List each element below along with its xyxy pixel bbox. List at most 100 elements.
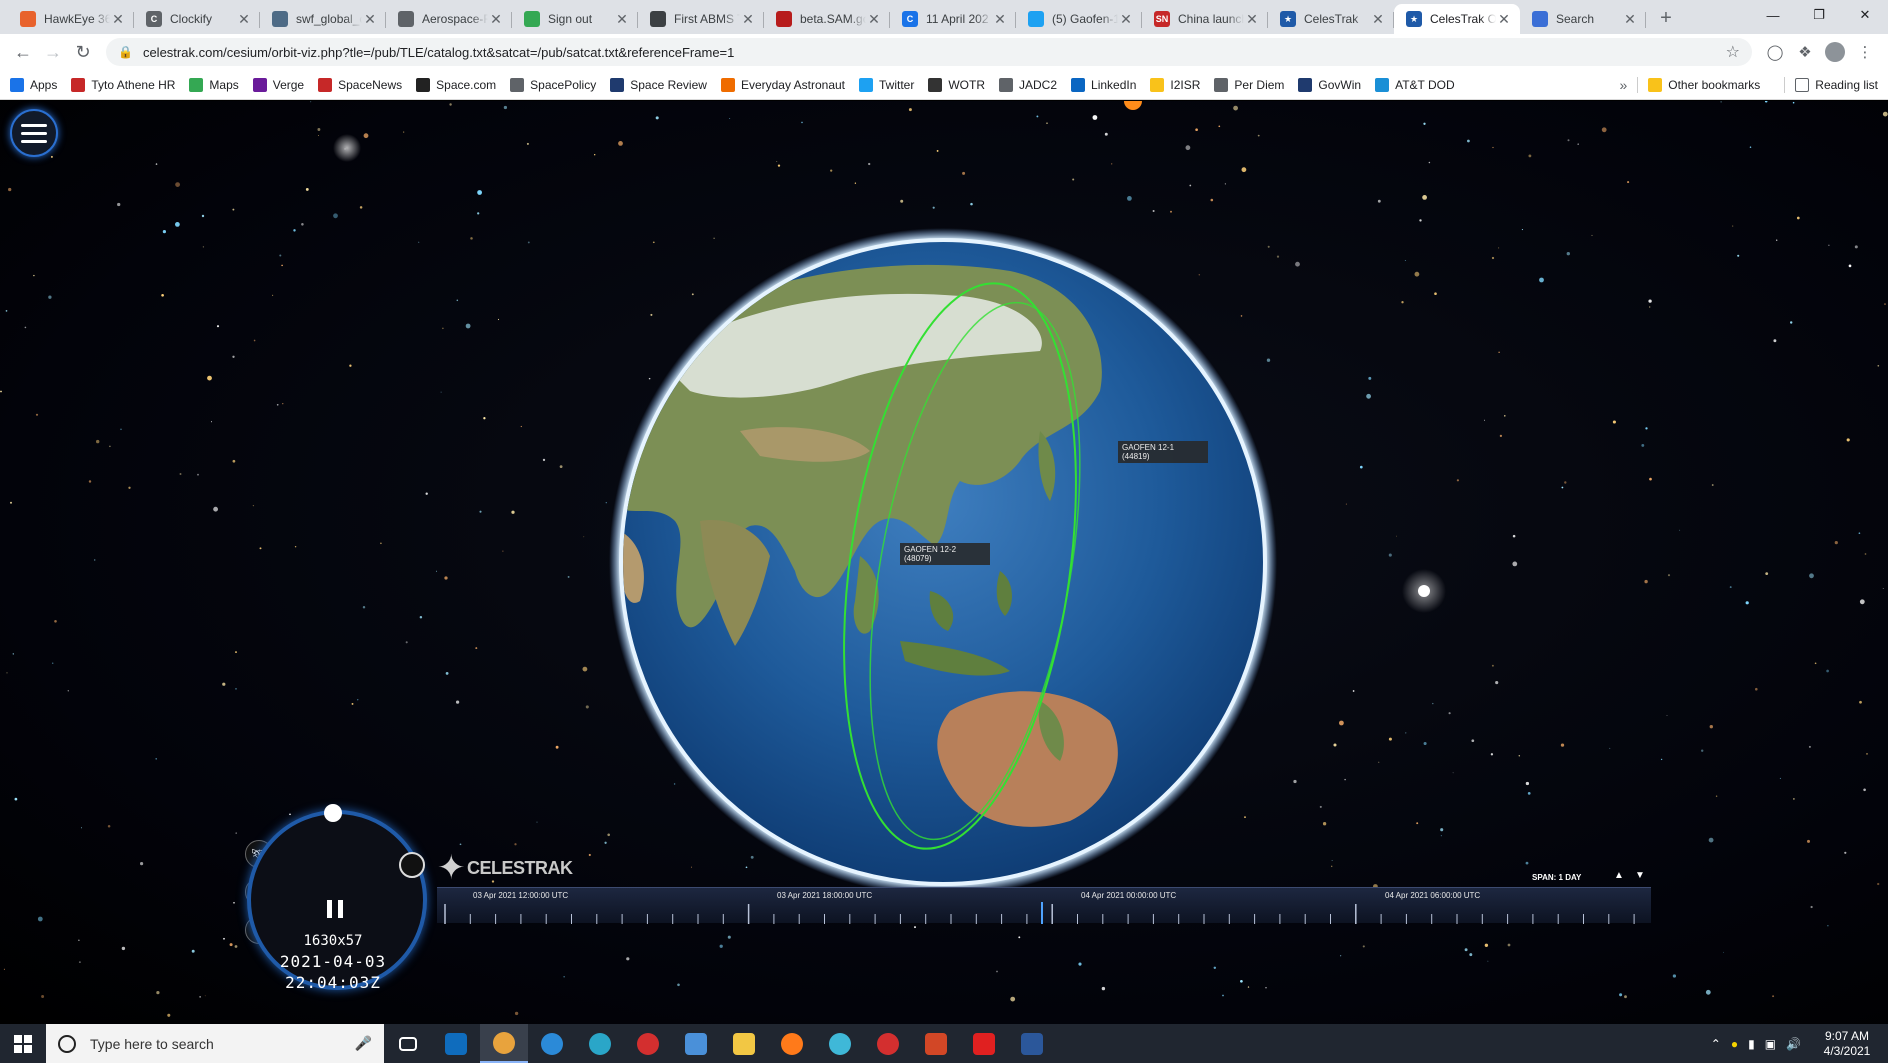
extension-circle-icon[interactable]: ◯ [1760,37,1790,67]
browser-tab[interactable]: Aerospace-R ✕ [386,4,512,34]
tab-close-icon[interactable]: ✕ [866,11,882,28]
browser-tab[interactable]: C Clockify ✕ [134,4,260,34]
tab-close-icon[interactable]: ✕ [992,11,1008,28]
taskbar-app-outlook[interactable] [432,1024,480,1063]
lock-icon[interactable]: 🔒 [118,45,133,59]
reload-icon[interactable]: ↻ [68,37,98,67]
taskbar-app-opera-2[interactable] [864,1024,912,1063]
taskbar-app-file-explorer[interactable] [720,1024,768,1063]
tab-close-icon[interactable]: ✕ [614,11,630,28]
tab-close-icon[interactable]: ✕ [1244,11,1260,28]
satellite-label[interactable]: GAOFEN 12-1 (44819) [1118,441,1208,463]
battery-icon[interactable]: ▮ [1748,1037,1755,1051]
close-window-icon[interactable]: ✕ [1842,0,1888,30]
satellite-label[interactable]: GAOFEN 12-2 (48079) [900,543,990,565]
tab-close-icon[interactable]: ✕ [1370,11,1386,28]
bookmark-item[interactable]: Per Diem [1214,77,1284,92]
bookmark-item[interactable]: GovWin [1298,77,1361,92]
taskbar-app-word[interactable] [1008,1024,1056,1063]
clock-realtime-toggle[interactable] [399,852,425,878]
bookmark-item[interactable]: Tyto Athene HR [71,77,175,92]
bookmark-favicon-icon [71,77,86,92]
kebab-menu-icon[interactable]: ⋮ [1850,37,1880,67]
clock-speed-knob[interactable] [324,804,342,822]
bookmark-label: Space Review [630,77,707,92]
taskbar-app-chrome[interactable] [480,1024,528,1063]
taskbar-app-powerpoint[interactable] [912,1024,960,1063]
tab-close-icon[interactable]: ✕ [740,11,756,28]
bookmark-item[interactable]: Verge [252,77,304,92]
taskbar-app-firefox[interactable] [768,1024,816,1063]
windows-start-button[interactable] [0,1024,46,1063]
browser-tab[interactable]: Sign out ✕ [512,4,638,34]
browser-tab[interactable]: ★ CelesTrak Or ✕ [1394,4,1520,34]
timeline-bar[interactable]: 03 Apr 2021 12:00:00 UTC 03 Apr 2021 18:… [437,887,1651,924]
tab-close-icon[interactable]: ✕ [236,11,252,28]
taskbar-app-task-view[interactable] [384,1024,432,1063]
tray-overflow-icon[interactable]: ⌃ [1711,1037,1721,1051]
browser-tab[interactable]: Search ✕ [1520,4,1646,34]
hamburger-menu-button[interactable] [10,109,58,157]
browser-tab[interactable]: C 11 April 202 ✕ [890,4,1016,34]
tab-close-icon[interactable]: ✕ [1622,11,1638,28]
bookmark-item[interactable]: WOTR [928,77,985,92]
bookmark-item[interactable]: SpaceNews [318,77,402,92]
pause-button[interactable] [327,900,343,918]
system-clock[interactable]: 9:07 AM 4/3/2021 [1814,1029,1880,1059]
bookmark-item[interactable]: Space.com [416,77,496,92]
microphone-icon[interactable]: 🎤 [355,1035,372,1052]
extensions-puzzle-icon[interactable]: ❖ [1790,37,1820,67]
bookmark-item[interactable]: SpacePolicy [510,77,596,92]
span-decrease-icon[interactable]: ▼ [1635,870,1645,881]
profile-avatar[interactable] [1825,42,1845,62]
bookmark-item[interactable]: Twitter [859,77,914,92]
star [497,318,500,321]
tab-close-icon[interactable]: ✕ [110,11,126,28]
tab-close-icon[interactable]: ✕ [362,11,378,28]
taskbar-app-acrobat[interactable] [960,1024,1008,1063]
star [996,970,998,973]
tab-close-icon[interactable]: ✕ [488,11,504,28]
bookmarks-overflow-icon[interactable]: » [1619,77,1627,93]
browser-tab[interactable]: swf_global_c ✕ [260,4,386,34]
browser-tab[interactable]: (5) Gaofen-1 ✕ [1016,4,1142,34]
network-icon[interactable]: ▣ [1765,1037,1776,1051]
back-icon[interactable]: ← [8,37,38,67]
forward-icon[interactable]: → [38,37,68,67]
taskbar-search[interactable]: Type here to search 🎤 [46,1024,384,1063]
restore-icon[interactable]: ❐ [1796,0,1842,30]
star [175,222,180,227]
bookmark-item[interactable]: Maps [189,77,239,92]
bookmark-item[interactable]: I2ISR [1150,77,1200,92]
span-increase-icon[interactable]: ▲ [1614,870,1624,881]
browser-tab[interactable]: First ABMS T ✕ [638,4,764,34]
bookmark-item[interactable]: Apps [10,77,57,92]
bookmark-favicon-icon [1150,77,1165,92]
bookmark-item[interactable]: Space Review [610,77,707,92]
tray-bulb-icon[interactable]: ● [1731,1037,1738,1051]
browser-tab[interactable]: HawkEye 36 ✕ [8,4,134,34]
bookmark-item[interactable]: LinkedIn [1071,77,1136,92]
new-tab-button[interactable]: + [1652,4,1680,32]
celestrak-logo: ✦ CELESTRAK [437,848,573,888]
taskbar-app-calculator[interactable] [672,1024,720,1063]
bookmark-item[interactable]: Everyday Astronaut [720,77,845,92]
browser-tab[interactable]: SN China launch ✕ [1142,4,1268,34]
bookmark-star-icon[interactable]: ☆ [1726,42,1740,62]
browser-tab[interactable]: ★ CelesTrak ✕ [1268,4,1394,34]
taskbar-app-app-teal[interactable] [576,1024,624,1063]
bookmark-item[interactable]: AT&T DOD [1375,77,1455,92]
taskbar-app-opera[interactable] [624,1024,672,1063]
browser-tab[interactable]: beta.SAM.gc ✕ [764,4,890,34]
minimize-icon[interactable]: — [1750,0,1796,30]
reading-list[interactable]: Reading list [1795,77,1878,92]
bookmark-item[interactable]: JADC2 [999,77,1057,92]
volume-icon[interactable]: 🔊 [1786,1037,1801,1051]
address-bar[interactable]: 🔒 celestrak.com/cesium/orbit-viz.php?tle… [106,38,1752,66]
taskbar-app-internet-explorer[interactable] [528,1024,576,1063]
tab-close-icon[interactable]: ✕ [1118,11,1134,28]
other-bookmarks[interactable]: Other bookmarks [1648,77,1760,92]
taskbar-app-app-cyan[interactable] [816,1024,864,1063]
tab-close-icon[interactable]: ✕ [1496,11,1512,28]
star [1267,245,1270,248]
